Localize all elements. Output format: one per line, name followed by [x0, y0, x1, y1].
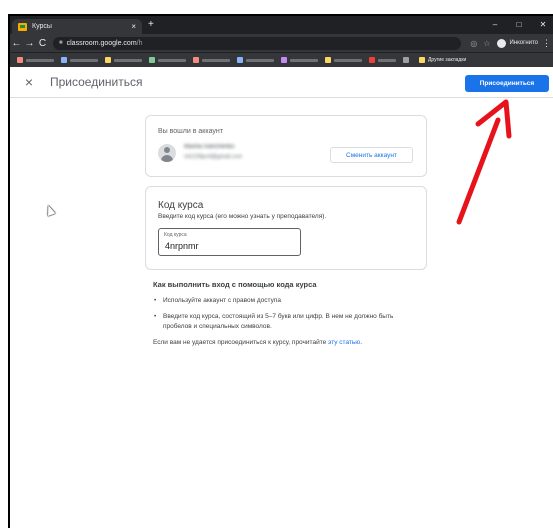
- tracking-protection-icon[interactable]: ◎: [470, 39, 477, 48]
- bookmark-icon: [17, 57, 23, 63]
- help-footer-end: .: [360, 339, 362, 346]
- bookmark-text-placeholder: [378, 58, 396, 62]
- help-article-link[interactable]: эту статью: [328, 339, 360, 346]
- course-code-input[interactable]: Код курса 4nrpnmr: [158, 228, 301, 256]
- bookmark-item[interactable]: [281, 57, 318, 63]
- help-footer: Если вам не удается присоединиться к кур…: [153, 338, 423, 348]
- help-title: Как выполнить вход с помощью кода курса: [153, 280, 317, 289]
- help-footer-text: Если вам не удается присоединиться к кур…: [153, 339, 329, 346]
- tab-close-icon[interactable]: ×: [131, 22, 136, 31]
- browser-window: Курсы × + – □ ✕ ← → C ■ classroom.google…: [8, 14, 553, 528]
- bookmark-icon: [403, 57, 409, 63]
- help-section: Как выполнить вход с помощью кода курса …: [153, 280, 423, 348]
- address-bar[interactable]: ■ classroom.google.com /h: [53, 36, 462, 50]
- bookmark-item[interactable]: [61, 57, 98, 63]
- course-code-field-value[interactable]: 4nrpnmr: [165, 241, 199, 251]
- bookmark-item[interactable]: [149, 57, 186, 63]
- join-button[interactable]: Присоединиться: [465, 75, 549, 92]
- reload-icon[interactable]: C: [36, 38, 49, 49]
- bookmark-text-placeholder: [26, 58, 54, 62]
- bookmarks-bar: Другие закладки: [10, 52, 553, 67]
- bookmark-text-placeholder: [290, 58, 318, 62]
- bookmark-text-placeholder: [334, 58, 362, 62]
- course-code-field-label: Код курса: [164, 232, 187, 238]
- bookmark-icon: [105, 57, 111, 63]
- help-item: Используйте аккаунт с правом доступа: [153, 296, 423, 306]
- avatar: [158, 144, 176, 162]
- bookmark-item[interactable]: [369, 57, 396, 63]
- bookmark-item[interactable]: [403, 57, 412, 63]
- url-host: classroom.google.com: [66, 39, 137, 47]
- page-title: Присоединиться: [50, 75, 143, 89]
- browser-menu-icon[interactable]: ⋮: [542, 38, 551, 49]
- account-card: Вы вошли в аккаунт Masha Ivanchenko ml12…: [145, 115, 427, 177]
- bookmark-text-placeholder: [158, 58, 186, 62]
- account-email: ml1228prof@gmail.com: [184, 154, 243, 160]
- back-icon[interactable]: ←: [10, 38, 23, 49]
- minimize-icon[interactable]: –: [483, 16, 507, 34]
- new-tab-button[interactable]: +: [148, 19, 154, 31]
- tab-title: Курсы: [32, 23, 52, 30]
- incognito-icon: [497, 38, 507, 48]
- classroom-favicon-icon: [18, 22, 27, 31]
- tab-courses[interactable]: Курсы ×: [12, 19, 142, 34]
- bookmark-text-placeholder: [114, 58, 142, 62]
- forward-icon[interactable]: →: [23, 38, 36, 49]
- bookmark-icon: [237, 57, 243, 63]
- window-controls: – □ ✕: [483, 16, 553, 34]
- bookmark-icon: [149, 57, 155, 63]
- bookmark-item[interactable]: [193, 57, 230, 63]
- youtube-icon: [369, 57, 375, 63]
- bookmark-icon: [61, 57, 67, 63]
- bookmark-item[interactable]: [17, 57, 54, 63]
- bookmark-text-placeholder: [70, 58, 98, 62]
- bookmark-icon: [281, 57, 287, 63]
- url-path: /h: [136, 39, 143, 47]
- bookmark-item[interactable]: [237, 57, 274, 63]
- window-close-icon[interactable]: ✕: [531, 16, 553, 34]
- help-list: Используйте аккаунт с правом доступа Вве…: [153, 296, 423, 332]
- other-bookmarks[interactable]: Другие закладки: [419, 57, 466, 63]
- folder-icon: [419, 57, 425, 63]
- bookmark-icon: [325, 57, 331, 63]
- bookmark-star-icon[interactable]: ☆: [483, 39, 490, 48]
- maximize-icon[interactable]: □: [507, 16, 531, 34]
- signed-in-label: Вы вошли в аккаунт: [158, 128, 223, 135]
- account-name: Masha Ivanchenko: [184, 144, 235, 150]
- bookmark-item[interactable]: [105, 57, 142, 63]
- incognito-indicator[interactable]: Инкогнито: [497, 38, 538, 48]
- other-bookmarks-label: Другие закладки: [428, 57, 467, 63]
- switch-account-button[interactable]: Сменить аккаунт: [330, 147, 413, 163]
- browser-toolbar: ← → C ■ classroom.google.com /h ◎ ☆ Инко…: [10, 34, 553, 52]
- close-icon[interactable]: ×: [22, 74, 36, 90]
- help-item: Введите код курса, состоящий из 5–7 букв…: [153, 312, 423, 332]
- bookmark-text-placeholder: [246, 58, 274, 62]
- tab-strip: Курсы × + – □ ✕: [10, 16, 553, 34]
- bookmark-icon: [193, 57, 199, 63]
- incognito-label: Инкогнито: [509, 40, 538, 46]
- mouse-cursor-icon: [44, 203, 56, 217]
- bookmark-item[interactable]: [325, 57, 362, 63]
- course-code-title: Код курса: [158, 200, 204, 211]
- app-header: × Присоединиться Присоединиться: [10, 67, 553, 98]
- course-code-card: Код курса Введите код курса (его можно у…: [145, 186, 427, 270]
- bookmark-text-placeholder: [202, 58, 230, 62]
- lock-icon: ■: [59, 40, 63, 46]
- course-code-subtitle: Введите код курса (его можно узнать у пр…: [158, 213, 327, 220]
